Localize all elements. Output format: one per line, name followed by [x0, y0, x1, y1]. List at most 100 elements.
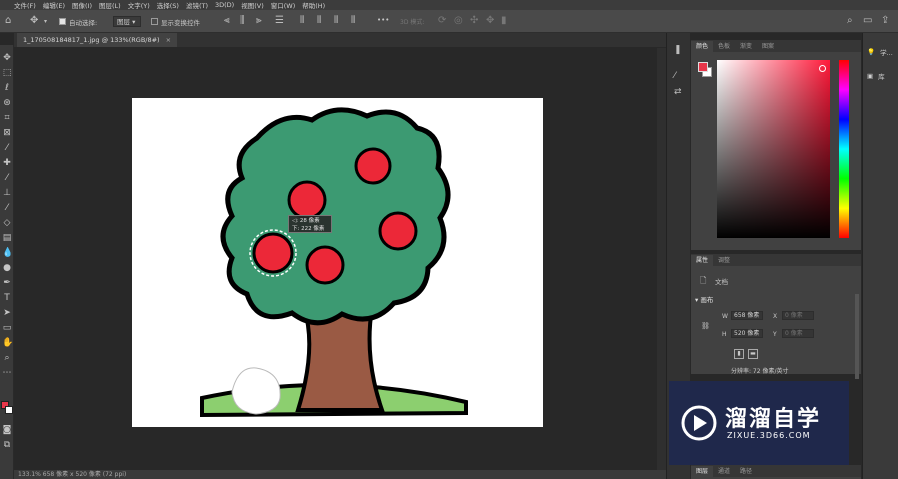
- orbit-3d-icon[interactable]: ⟳: [438, 16, 446, 26]
- panel-foreground-swatch-top[interactable]: [698, 62, 708, 72]
- menu-help[interactable]: 帮助(H): [302, 0, 325, 10]
- close-icon[interactable]: ×: [166, 36, 171, 44]
- hue-slider[interactable]: [839, 60, 849, 238]
- marquee-tool-icon[interactable]: ⬚: [2, 68, 12, 78]
- tab-channels[interactable]: 通道: [713, 466, 735, 477]
- distribute-top-icon[interactable]: ⫴: [300, 16, 304, 26]
- align-left-icon[interactable]: ⫷: [224, 16, 230, 26]
- dodge-tool-icon[interactable]: ●: [2, 263, 12, 273]
- link-icon[interactable]: ⛓: [701, 322, 710, 330]
- pen-tool-icon[interactable]: ✒: [2, 278, 12, 288]
- stamp-tool-icon[interactable]: ⊥: [2, 188, 12, 198]
- frame-tool-icon[interactable]: ⊠: [2, 128, 12, 138]
- document-canvas[interactable]: [132, 98, 543, 427]
- menu-filter[interactable]: 滤镜(T): [186, 0, 208, 10]
- chevron-down-icon[interactable]: ▾: [44, 17, 47, 27]
- healing-tool-icon[interactable]: ✚: [2, 158, 12, 168]
- y-field[interactable]: 0 像素: [782, 329, 814, 338]
- auto-select-label: 自动选择:: [69, 19, 98, 27]
- search-icon[interactable]: ⌕: [847, 16, 853, 26]
- tab-adjustments[interactable]: 调整: [713, 255, 735, 266]
- menu-window[interactable]: 窗口(W): [271, 0, 296, 10]
- align-right-icon[interactable]: ⫸: [256, 16, 262, 26]
- hand-tool-icon[interactable]: ✋: [2, 338, 13, 348]
- vertical-scrollbar[interactable]: [657, 48, 666, 470]
- height-label: H: [722, 331, 727, 338]
- zoom-tool-icon[interactable]: ⌕: [2, 353, 12, 363]
- more-tools-icon[interactable]: ⋯: [2, 368, 12, 378]
- learn-panel-button[interactable]: 💡 学...: [867, 47, 893, 57]
- menu-3d[interactable]: 3D(D): [215, 1, 234, 9]
- more-options-button[interactable]: •••: [377, 16, 389, 24]
- document-tab[interactable]: 1_170508184817_1.jpg @ 133%(RGB/8#) ×: [17, 33, 178, 47]
- menu-bar: 文件(F) 编辑(E) 图像(I) 图层(L) 文字(Y) 选择(S) 滤镜(T…: [0, 0, 898, 10]
- x-field[interactable]: 0 像素: [782, 311, 814, 320]
- brush-settings-icon[interactable]: ⁄: [674, 71, 676, 81]
- shape-tool-icon[interactable]: ▭: [2, 323, 12, 333]
- tab-color[interactable]: 颜色: [691, 41, 714, 52]
- adjustments-icon[interactable]: ⇄: [674, 87, 682, 97]
- quick-mask-icon[interactable]: ◙: [2, 425, 12, 435]
- type-tool-icon[interactable]: T: [2, 293, 12, 303]
- properties-scrollbar[interactable]: [855, 294, 859, 379]
- history-brush-icon[interactable]: ⁄: [2, 203, 12, 213]
- resolution-label: 分辨率: 72 像素/英寸: [731, 368, 789, 375]
- auto-select-checkbox[interactable]: [59, 18, 66, 25]
- menu-type[interactable]: 文字(Y): [128, 0, 150, 10]
- align-top-icon[interactable]: ☰: [275, 16, 284, 26]
- menu-file[interactable]: 文件(F): [14, 0, 36, 10]
- eyedropper-tool-icon[interactable]: ⁄: [2, 143, 12, 153]
- distribute-vcenter-icon[interactable]: ⫴: [317, 16, 321, 26]
- move-tool-icon[interactable]: ✥: [2, 53, 12, 63]
- blur-tool-icon[interactable]: 💧: [2, 248, 13, 258]
- color-picker-field[interactable]: [717, 60, 830, 238]
- tab-properties[interactable]: 属性: [691, 255, 714, 266]
- brush-tool-icon[interactable]: ⁄: [2, 173, 12, 183]
- roll-3d-icon[interactable]: ◎: [454, 16, 463, 26]
- document-tab-title: 1_170508184817_1.jpg @ 133%(RGB/8#): [23, 36, 160, 44]
- eraser-tool-icon[interactable]: ◇: [2, 218, 12, 228]
- menu-image[interactable]: 图像(I): [72, 0, 92, 10]
- distribute-hcenter-icon[interactable]: ⫴: [351, 16, 355, 26]
- portrait-orientation-icon[interactable]: ▮: [734, 349, 744, 359]
- tab-layers[interactable]: 图层: [691, 466, 714, 477]
- learn-label: 学...: [880, 49, 893, 57]
- drag-3d-icon[interactable]: ✣: [470, 16, 478, 26]
- tab-patterns[interactable]: 图案: [757, 41, 779, 52]
- menu-edit[interactable]: 编辑(E): [43, 0, 65, 10]
- color-picker-cursor[interactable]: [819, 65, 826, 72]
- tab-swatches[interactable]: 色板: [713, 41, 735, 52]
- canvas-section-header[interactable]: ▾ 画布: [695, 294, 713, 304]
- history-icon[interactable]: ❚: [674, 45, 682, 55]
- landscape-orientation-icon[interactable]: ▬: [748, 349, 758, 359]
- color-panel: 颜色 色板 渐变 图案: [691, 40, 861, 250]
- menu-layer[interactable]: 图层(L): [99, 0, 121, 10]
- menu-select[interactable]: 选择(S): [157, 0, 179, 10]
- share-icon[interactable]: ⇪: [881, 16, 889, 26]
- gradient-tool-icon[interactable]: ▤: [2, 233, 12, 243]
- background-color-swatch[interactable]: [5, 406, 13, 414]
- workspace-icon[interactable]: ▭: [863, 16, 872, 26]
- slide-3d-icon[interactable]: ✥: [486, 16, 494, 26]
- tab-gradients[interactable]: 渐变: [735, 41, 757, 52]
- home-icon[interactable]: ⌂: [5, 16, 11, 26]
- width-field[interactable]: 658 像素: [731, 311, 763, 320]
- screen-mode-icon[interactable]: ⧉: [2, 440, 12, 450]
- scale-3d-icon[interactable]: ▮: [501, 16, 507, 26]
- align-center-icon[interactable]: ⫼: [240, 16, 245, 26]
- auto-select-dropdown[interactable]: 图层 ▾: [113, 16, 141, 27]
- auto-select-value: 图层: [117, 18, 130, 26]
- distribute-bottom-icon[interactable]: ⫴: [334, 16, 338, 26]
- crop-tool-icon[interactable]: ⌗: [2, 113, 12, 123]
- show-transform-checkbox[interactable]: [151, 18, 158, 25]
- y-label: Y: [773, 331, 777, 338]
- quick-select-tool-icon[interactable]: ⊛: [2, 98, 12, 108]
- library-panel-button[interactable]: ▣ 库: [867, 71, 885, 81]
- move-tool-icon[interactable]: ✥: [30, 16, 38, 26]
- height-field[interactable]: 520 像素: [731, 329, 763, 338]
- menu-view[interactable]: 视图(V): [241, 0, 264, 10]
- lasso-tool-icon[interactable]: ℓ: [2, 83, 12, 93]
- watermark-url: ZIXUE.3D66.COM: [727, 431, 811, 440]
- path-select-icon[interactable]: ➤: [2, 308, 12, 318]
- tab-paths[interactable]: 路径: [735, 466, 757, 477]
